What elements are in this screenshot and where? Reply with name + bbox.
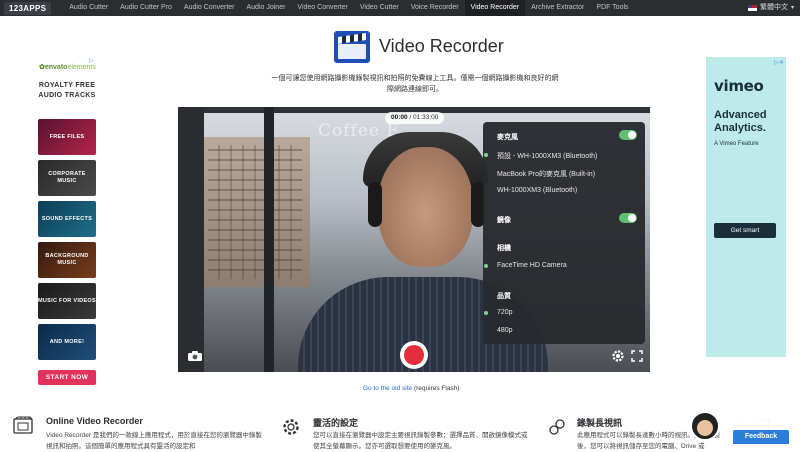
- quality-option-480p[interactable]: 480p: [497, 327, 637, 334]
- ad-brand-vimeo: vimeo: [714, 77, 764, 95]
- language-selector[interactable]: 繁體中文 ▾: [747, 0, 794, 16]
- logo[interactable]: 123APPS: [4, 1, 52, 15]
- selected-dot-icon: [484, 264, 488, 268]
- nav-link-audio-converter[interactable]: Audio Converter: [178, 0, 241, 16]
- top-nav: 123APPS Audio Cutter Audio Cutter Pro Au…: [0, 0, 800, 16]
- mic-option-default[interactable]: 預設 - WH-1000XM3 (Bluetooth): [484, 151, 637, 161]
- feature-title-long-video: 錄製長視訊: [577, 418, 623, 428]
- chevron-down-icon: ▾: [790, 5, 794, 11]
- settings-gear-icon: [281, 417, 299, 435]
- language-label: 繁體中文: [759, 4, 788, 11]
- nav-link-pdf-tools[interactable]: PDF Tools: [590, 0, 634, 16]
- infinity-icon: [547, 417, 565, 435]
- quality-section: 品質: [497, 293, 511, 300]
- nav-link-audio-joiner[interactable]: Audio Joiner: [241, 0, 292, 16]
- nav-link-video-cutter[interactable]: Video Cutter: [354, 0, 405, 16]
- nav-link-video-recorder[interactable]: Video Recorder: [464, 0, 526, 16]
- feature-title-online-video-recorder: Online Video Recorder: [46, 416, 143, 426]
- person-face: [378, 147, 473, 267]
- ad-headline: ROYALTY FREE AUDIO TRACKS: [38, 82, 96, 99]
- ad-tile-and-more[interactable]: AND MORE!: [38, 324, 96, 360]
- ad-start-now-button[interactable]: START NOW: [38, 370, 96, 385]
- nav-link-archive-extractor[interactable]: Archive Extractor: [525, 0, 590, 16]
- nav-link-audio-cutter-pro[interactable]: Audio Cutter Pro: [114, 0, 178, 16]
- video-recorder-icon: [13, 416, 33, 434]
- ad-left[interactable]: ▷ ✿envatoelements ROYALTY FREE AUDIO TRA…: [34, 57, 100, 387]
- ad-close-icon[interactable]: ▷✕: [774, 59, 784, 66]
- mic-option-macbook[interactable]: MacBook Pro的麥克風 (Built-in): [497, 169, 637, 179]
- flag-icon: [747, 5, 757, 11]
- nav-link-voice-recorder[interactable]: Voice Recorder: [405, 0, 465, 16]
- video-recorder-app-icon: [334, 31, 370, 63]
- ad-tile-sound-effects[interactable]: SOUND EFFECTS: [38, 201, 96, 237]
- microphone-section: 麥克風: [497, 130, 637, 142]
- camera-section: 相機: [497, 245, 511, 252]
- mic-option-wh1000xm3[interactable]: WH-1000XM3 (Bluetooth): [497, 187, 637, 194]
- selected-dot-icon: [484, 153, 488, 157]
- mirror-toggle[interactable]: [619, 213, 637, 223]
- ad-tile-corporate-music[interactable]: CORPORATE MUSIC: [38, 160, 96, 196]
- page-description: 一個可讓您使用網路攝影機錄製視訊和拍照的免費線上工具。僅需一個網路攝影機和良好的…: [271, 75, 559, 93]
- feature-desc-online-video-recorder: Video Recorder 是我們的一款線上應用程式，用於直接在您的瀏覽器中錄…: [46, 432, 262, 450]
- ad-brand: ✿envatoelements: [39, 64, 96, 71]
- camera-icon[interactable]: [187, 349, 203, 361]
- camera-option-facetime[interactable]: FaceTime HD Camera: [484, 262, 637, 269]
- ad-get-smart-button[interactable]: Get smart: [714, 223, 776, 238]
- recording-timer: 00:00 / 01:33:00: [385, 112, 445, 124]
- record-button[interactable]: [400, 341, 428, 369]
- ad-tile-free-files[interactable]: FREE FILES: [38, 119, 96, 155]
- quality-option-720p[interactable]: 720p: [484, 309, 637, 316]
- gear-icon[interactable]: [611, 349, 625, 363]
- microphone-toggle[interactable]: [619, 130, 637, 140]
- mirror-section: 鏡像: [497, 213, 637, 225]
- settings-panel: 麥克風 預設 - WH-1000XM3 (Bluetooth) MacBook …: [483, 122, 645, 344]
- old-site-link[interactable]: Go to the old site: [363, 385, 412, 392]
- page-title: Video Recorder: [379, 36, 504, 56]
- nav-links: Audio Cutter Audio Cutter Pro Audio Conv…: [63, 0, 634, 16]
- selected-dot-icon: [484, 311, 488, 315]
- nav-link-audio-cutter[interactable]: Audio Cutter: [63, 0, 114, 16]
- feedback-button[interactable]: Feedback: [733, 430, 789, 444]
- ad-subheadline: A Vimeo Feature: [714, 141, 759, 147]
- nav-link-video-converter[interactable]: Video Converter: [291, 0, 353, 16]
- ad-tile-music-for-videos[interactable]: MUSIC FOR VIDEOS: [38, 283, 96, 319]
- headphone-left: [368, 182, 382, 227]
- ad-right[interactable]: ▷✕ vimeo Advanced Analytics. A Vimeo Fea…: [706, 57, 786, 357]
- old-site-note: Go to the old site (requires Flash): [363, 385, 460, 392]
- background-building: [200, 137, 310, 287]
- ad-headline: Advanced Analytics.: [714, 109, 767, 134]
- feature-desc-flexible-settings: 您可以直接在瀏覽器中設定主要視訊錄製參數：選擇品質、開啟鏡像模式或使其全螢幕顯示…: [313, 432, 528, 450]
- fullscreen-icon[interactable]: [631, 349, 643, 362]
- feature-title-flexible-settings: 靈活的設定: [313, 418, 359, 428]
- ad-tile-background-music[interactable]: BACKGROUND MUSIC: [38, 242, 96, 278]
- watermark-avatar-icon: [690, 411, 720, 441]
